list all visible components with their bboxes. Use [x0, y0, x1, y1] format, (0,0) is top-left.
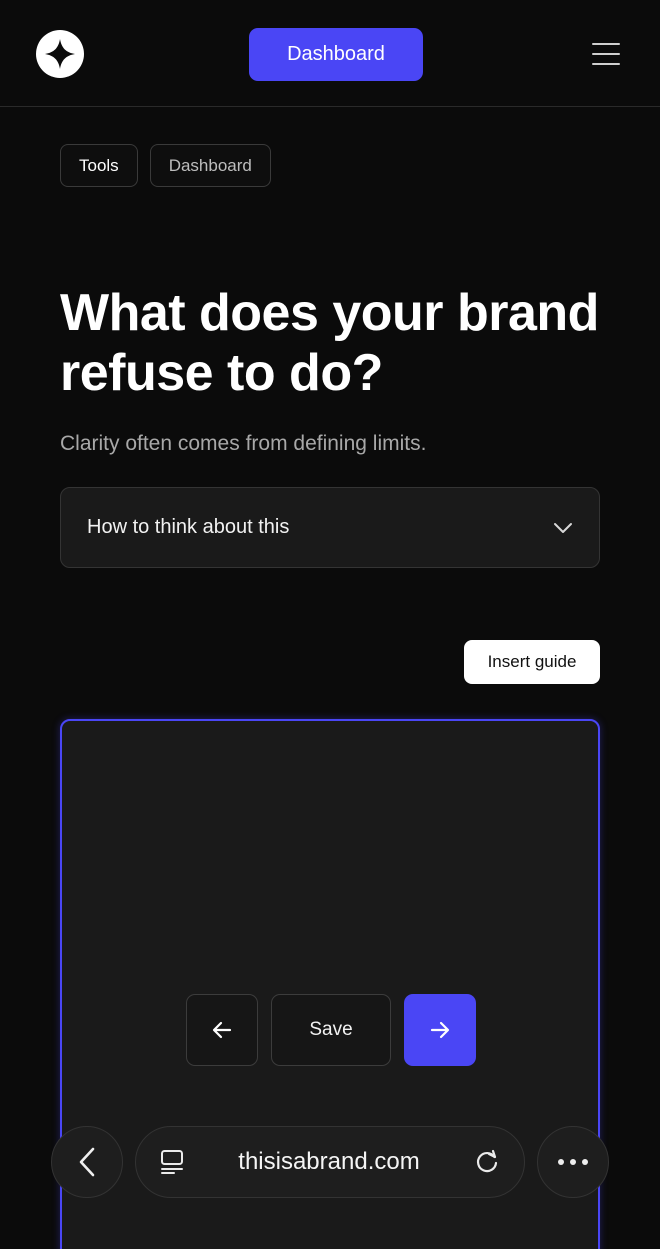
- accordion-label: How to think about this: [87, 516, 290, 538]
- arrow-right-icon: [430, 1021, 450, 1039]
- answer-textarea[interactable]: [74, 733, 586, 993]
- brand-logo[interactable]: [36, 30, 84, 78]
- breadcrumb-tools[interactable]: Tools: [60, 144, 138, 187]
- more-dots-icon[interactable]: [537, 1126, 609, 1198]
- breadcrumb-dashboard[interactable]: Dashboard: [149, 144, 271, 187]
- address-bar: thisisabrand.com: [135, 1126, 525, 1198]
- page-subtitle: Clarity often comes from defining limits…: [60, 432, 427, 455]
- guidance-accordion[interactable]: How to think about this: [60, 487, 600, 568]
- save-button[interactable]: Save: [271, 994, 391, 1066]
- browser-back-button[interactable]: [51, 1126, 123, 1198]
- top-navigation-bar: Dashboard: [0, 0, 660, 107]
- page: Dashboard Tools Dashboard What does your…: [0, 0, 660, 1249]
- breadcrumb: Tools Dashboard: [60, 144, 271, 187]
- sparkle-star-icon: [45, 39, 75, 69]
- next-button[interactable]: [404, 994, 476, 1066]
- editor-controls: Save: [186, 994, 476, 1066]
- chevron-left-icon: [79, 1147, 95, 1177]
- chevron-down-icon: [554, 522, 572, 533]
- previous-button[interactable]: [186, 994, 258, 1066]
- dashboard-button[interactable]: Dashboard: [249, 28, 423, 81]
- reload-icon[interactable]: [474, 1149, 500, 1175]
- arrow-left-icon: [212, 1021, 232, 1039]
- reader-view-icon[interactable]: [160, 1149, 184, 1175]
- page-title: What does your brand refuse to do?: [60, 284, 599, 402]
- url-text[interactable]: thisisabrand.com: [238, 1148, 419, 1176]
- hamburger-menu-icon[interactable]: [590, 40, 622, 68]
- insert-guide-button[interactable]: Insert guide: [464, 640, 600, 684]
